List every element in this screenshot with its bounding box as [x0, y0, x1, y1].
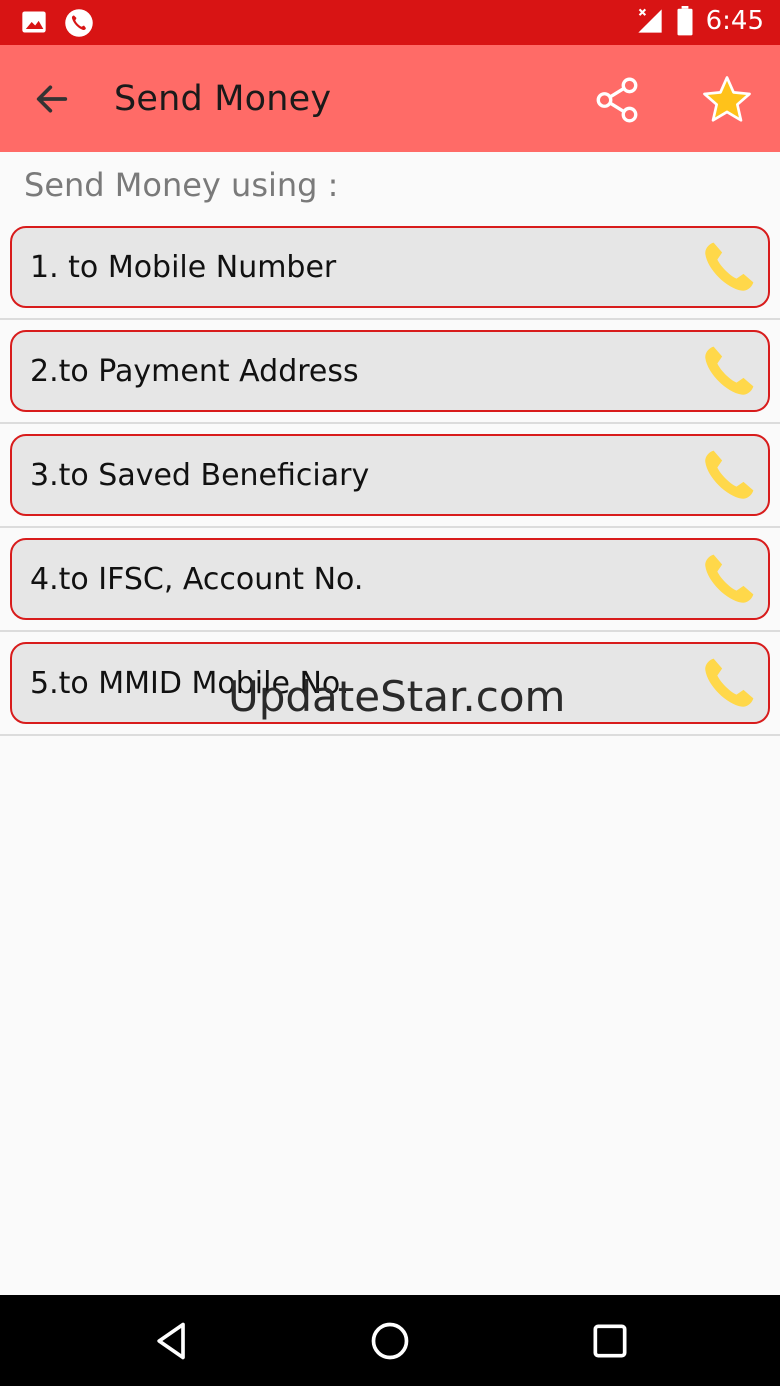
status-right-icons: 6:45: [636, 6, 764, 36]
star-icon[interactable]: [700, 73, 754, 127]
list-item: 4.to IFSC, Account No.: [0, 528, 780, 632]
option-mobile-number[interactable]: 1. to Mobile Number: [10, 226, 770, 308]
list-item: 2.to Payment Address: [0, 320, 780, 424]
option-label: 2.to Payment Address: [30, 354, 359, 389]
option-label: 1. to Mobile Number: [30, 250, 337, 285]
signal-icon: [637, 8, 662, 33]
phone-icon: [705, 450, 754, 499]
app-bar: Send Money: [0, 45, 780, 152]
option-label: 3.to Saved Beneficiary: [30, 458, 370, 493]
option-ifsc-account[interactable]: 4.to IFSC, Account No.: [10, 538, 770, 620]
phone-icon: [705, 346, 754, 395]
status-time: 6:45: [705, 6, 764, 36]
status-left-icons: [20, 8, 94, 38]
option-mmid-mobile[interactable]: 5.to MMID Mobile No.: [10, 642, 770, 724]
option-payment-address[interactable]: 2.to Payment Address: [10, 330, 770, 412]
list-item: 1. to Mobile Number: [0, 216, 780, 320]
back-arrow-icon[interactable]: [32, 79, 72, 119]
battery-icon: [677, 6, 693, 36]
back-triangle-icon[interactable]: [150, 1319, 194, 1363]
phone-call-icon: [65, 9, 93, 37]
send-money-options-list: 1. to Mobile Number 2.to Payment Address…: [0, 216, 780, 736]
list-item: 3.to Saved Beneficiary: [0, 424, 780, 528]
option-saved-beneficiary[interactable]: 3.to Saved Beneficiary: [10, 434, 770, 516]
phone-icon: [705, 242, 754, 291]
image-icon: [22, 11, 46, 33]
page-title: Send Money: [114, 79, 332, 119]
option-label: 5.to MMID Mobile No.: [30, 666, 350, 701]
share-icon[interactable]: [592, 75, 642, 125]
status-bar: 6:45: [0, 0, 780, 45]
section-heading: Send Money using :: [24, 166, 339, 204]
home-circle-icon[interactable]: [368, 1319, 412, 1363]
phone-icon: [705, 658, 754, 707]
recents-square-icon[interactable]: [588, 1319, 632, 1363]
system-nav-bar: [0, 1295, 780, 1386]
phone-icon: [705, 554, 754, 603]
option-label: 4.to IFSC, Account No.: [30, 562, 364, 597]
list-item: 5.to MMID Mobile No.: [0, 632, 780, 736]
